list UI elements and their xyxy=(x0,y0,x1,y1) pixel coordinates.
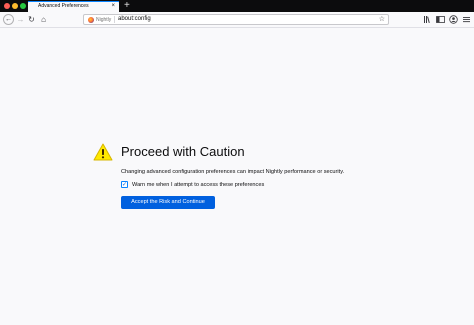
tab-title: Advanced Preferences xyxy=(38,3,89,9)
warn-checkbox-label[interactable]: Warn me when I attempt to access these p… xyxy=(132,181,264,189)
tab-advanced-preferences[interactable]: Advanced Preferences × xyxy=(28,1,119,12)
menu-icon[interactable] xyxy=(462,15,471,24)
accept-risk-button[interactable]: Accept the Risk and Continue xyxy=(121,196,215,209)
back-button-icon[interactable]: ← xyxy=(3,14,14,25)
tab-close-icon[interactable]: × xyxy=(111,3,115,10)
tab-selected-indicator xyxy=(28,1,119,2)
identity-label: Nightly xyxy=(96,17,112,23)
reload-icon[interactable]: ↻ xyxy=(26,14,37,25)
close-window-button[interactable] xyxy=(4,3,10,9)
tab-strip: Advanced Preferences × + xyxy=(0,0,474,12)
zoom-window-button[interactable] xyxy=(20,3,26,9)
navigation-toolbar: ← → ↻ ⌂ Nightly about:config ☆ xyxy=(0,12,474,28)
minimize-window-button[interactable] xyxy=(12,3,18,9)
account-icon[interactable] xyxy=(449,15,458,24)
warning-description: Changing advanced configuration preferen… xyxy=(121,169,345,175)
identity-separator xyxy=(114,16,115,23)
new-tab-icon[interactable]: + xyxy=(124,0,130,12)
nightly-logo-icon xyxy=(88,17,94,23)
forward-button-icon[interactable]: → xyxy=(15,14,26,25)
identity-box[interactable]: Nightly xyxy=(88,16,111,24)
address-bar[interactable]: Nightly about:config ☆ xyxy=(83,14,389,25)
warning-icon xyxy=(93,143,113,161)
library-icon[interactable] xyxy=(423,15,432,24)
url-input[interactable]: about:config xyxy=(118,15,151,24)
sidebar-icon[interactable] xyxy=(436,15,445,24)
page-title: Proceed with Caution xyxy=(121,144,245,159)
home-icon[interactable]: ⌂ xyxy=(38,14,49,25)
warn-checkbox[interactable]: ✓ xyxy=(121,181,128,188)
bookmark-star-icon[interactable]: ☆ xyxy=(379,15,385,24)
